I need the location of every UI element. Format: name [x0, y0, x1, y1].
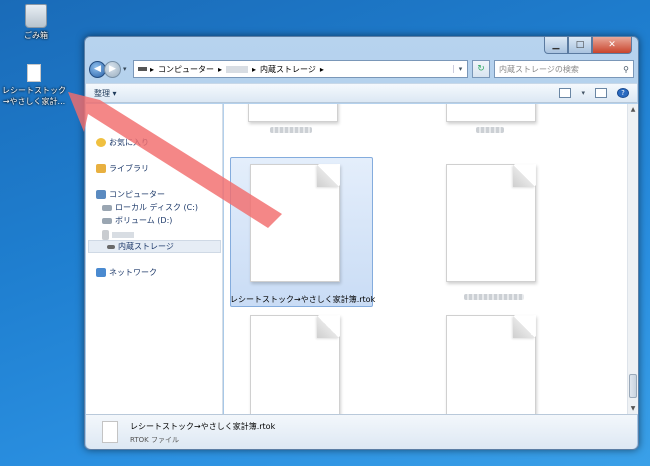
drive-icon — [138, 67, 147, 71]
search-input[interactable]: 内蔵ストレージの検索 ⚲ — [494, 60, 634, 78]
device-icon — [102, 230, 109, 240]
file-icon[interactable] — [446, 164, 536, 282]
drive-icon — [102, 217, 112, 224]
nav-device-redacted[interactable] — [102, 230, 134, 240]
forward-arrow-icon[interactable]: ▶ — [104, 60, 121, 78]
address-bar[interactable]: ▸ コンピューター ▸ ▸ 内蔵ストレージ ▸ ▾ — [133, 60, 468, 78]
nav-computer[interactable]: コンピューター — [96, 189, 165, 200]
details-file-type: RTOK ファイル — [130, 436, 179, 444]
breadcrumb-sep-0: ▸ — [150, 64, 155, 74]
recycle-bin-icon[interactable]: ごみ箱 — [4, 4, 68, 41]
library-icon — [96, 164, 106, 173]
breadcrumb-sep-3: ▸ — [319, 64, 324, 74]
address-row: ◀ ▶ ▾ ▸ コンピューター ▸ ▸ 内蔵ストレージ ▸ ▾ ↻ 内蔵ストレー… — [89, 58, 634, 80]
nav-local-disk[interactable]: ローカル ディスク (C:) — [102, 202, 198, 213]
details-pane: レシートストック→やさしく家計簿.rtok RTOK ファイル — [86, 414, 637, 449]
search-icon: ⚲ — [623, 64, 629, 74]
computer-icon — [96, 190, 106, 199]
search-placeholder: 内蔵ストレージの検索 — [499, 64, 579, 74]
device-name-redacted — [112, 232, 134, 238]
navigation-pane: お気に入り ライブラリ コンピューター ローカル ディスク (C:) ボリューム… — [86, 104, 223, 414]
nav-network[interactable]: ネットワーク — [96, 267, 157, 278]
nav-internal-storage[interactable]: 内蔵ストレージ — [88, 240, 221, 253]
breadcrumb-computer[interactable]: コンピューター — [158, 64, 214, 75]
command-bar: 整理 ▾ ▾ ? — [86, 83, 637, 103]
nav-network-label: ネットワーク — [109, 268, 157, 277]
file-thumbnail-partial-2[interactable] — [446, 104, 536, 122]
breadcrumb-sep-2: ▸ — [252, 64, 257, 74]
file-icon — [102, 421, 118, 443]
recycle-bin-label: ごみ箱 — [24, 31, 48, 40]
preview-pane-icon[interactable] — [595, 88, 607, 98]
file-icon — [27, 64, 41, 82]
scrollbar-thumb[interactable] — [629, 374, 637, 398]
nav-internal-storage-label: 内蔵ストレージ — [118, 242, 174, 251]
details-file-name: レシートストック→やさしく家計簿.rtok — [130, 422, 276, 431]
desktop-file-icon[interactable]: レシートストック →やさしく家計... — [0, 64, 68, 107]
desktop-file-label-line1: レシートストック — [2, 86, 66, 95]
organize-button[interactable]: 整理 ▾ — [94, 88, 117, 99]
scroll-down-icon[interactable]: ▼ — [629, 405, 637, 412]
breadcrumb-internal-storage[interactable]: 内蔵ストレージ — [260, 64, 316, 75]
refresh-button[interactable]: ↻ — [472, 60, 490, 78]
star-icon — [96, 138, 106, 147]
drive-icon — [102, 204, 112, 211]
maximize-button[interactable]: □ — [568, 37, 592, 54]
file-name-redacted-3 — [464, 294, 524, 300]
file-name-redacted-1 — [270, 127, 312, 133]
nav-favorites[interactable]: お気に入り — [96, 137, 149, 148]
storage-icon — [107, 244, 115, 249]
view-dropdown-icon[interactable]: ▾ — [581, 89, 585, 97]
network-icon — [96, 268, 106, 277]
file-icon[interactable] — [446, 315, 536, 414]
file-thumbnail-partial-1[interactable] — [248, 104, 338, 122]
nav-favorites-label: お気に入り — [109, 138, 149, 147]
nav-computer-label: コンピューター — [109, 190, 165, 199]
nav-libraries-label: ライブラリ — [109, 164, 149, 173]
address-dropdown-icon[interactable]: ▾ — [453, 65, 467, 73]
minimize-button[interactable]: ▁ — [544, 37, 568, 54]
desktop-file-label: レシートストック →やさしく家計... — [0, 85, 68, 107]
nav-volume-label: ボリューム (D:) — [115, 216, 173, 225]
close-button[interactable]: ✕ — [592, 37, 632, 54]
file-list: レシートストック→やさしく家計簿.rtok — [224, 104, 627, 414]
recent-pages-dropdown[interactable]: ▾ — [123, 65, 131, 73]
selected-file-name: レシートストック→やさしく家計簿.rtok — [230, 295, 376, 304]
scroll-up-icon[interactable]: ▲ — [629, 106, 637, 113]
nav-libraries[interactable]: ライブラリ — [96, 163, 149, 174]
file-name-redacted-2 — [476, 127, 504, 133]
nav-local-disk-label: ローカル ディスク (C:) — [115, 203, 199, 212]
vertical-scrollbar[interactable]: ▲ ▼ — [627, 104, 638, 414]
caption-buttons: ▁ □ ✕ — [544, 37, 632, 54]
explorer-window: ▁ □ ✕ ◀ ▶ ▾ ▸ コンピューター ▸ ▸ 内蔵ストレージ ▸ ▾ ↻ … — [84, 36, 639, 450]
nav-volume[interactable]: ボリューム (D:) — [102, 215, 172, 226]
desktop-file-label-line2: →やさしく家計... — [2, 97, 66, 106]
file-icon[interactable] — [250, 164, 340, 282]
breadcrumb-sep-1: ▸ — [218, 64, 223, 74]
help-icon[interactable]: ? — [617, 88, 629, 98]
breadcrumb-device-redacted[interactable] — [226, 65, 249, 73]
file-icon[interactable] — [250, 315, 340, 414]
view-options-icon[interactable] — [559, 88, 572, 98]
trash-icon — [25, 4, 47, 28]
